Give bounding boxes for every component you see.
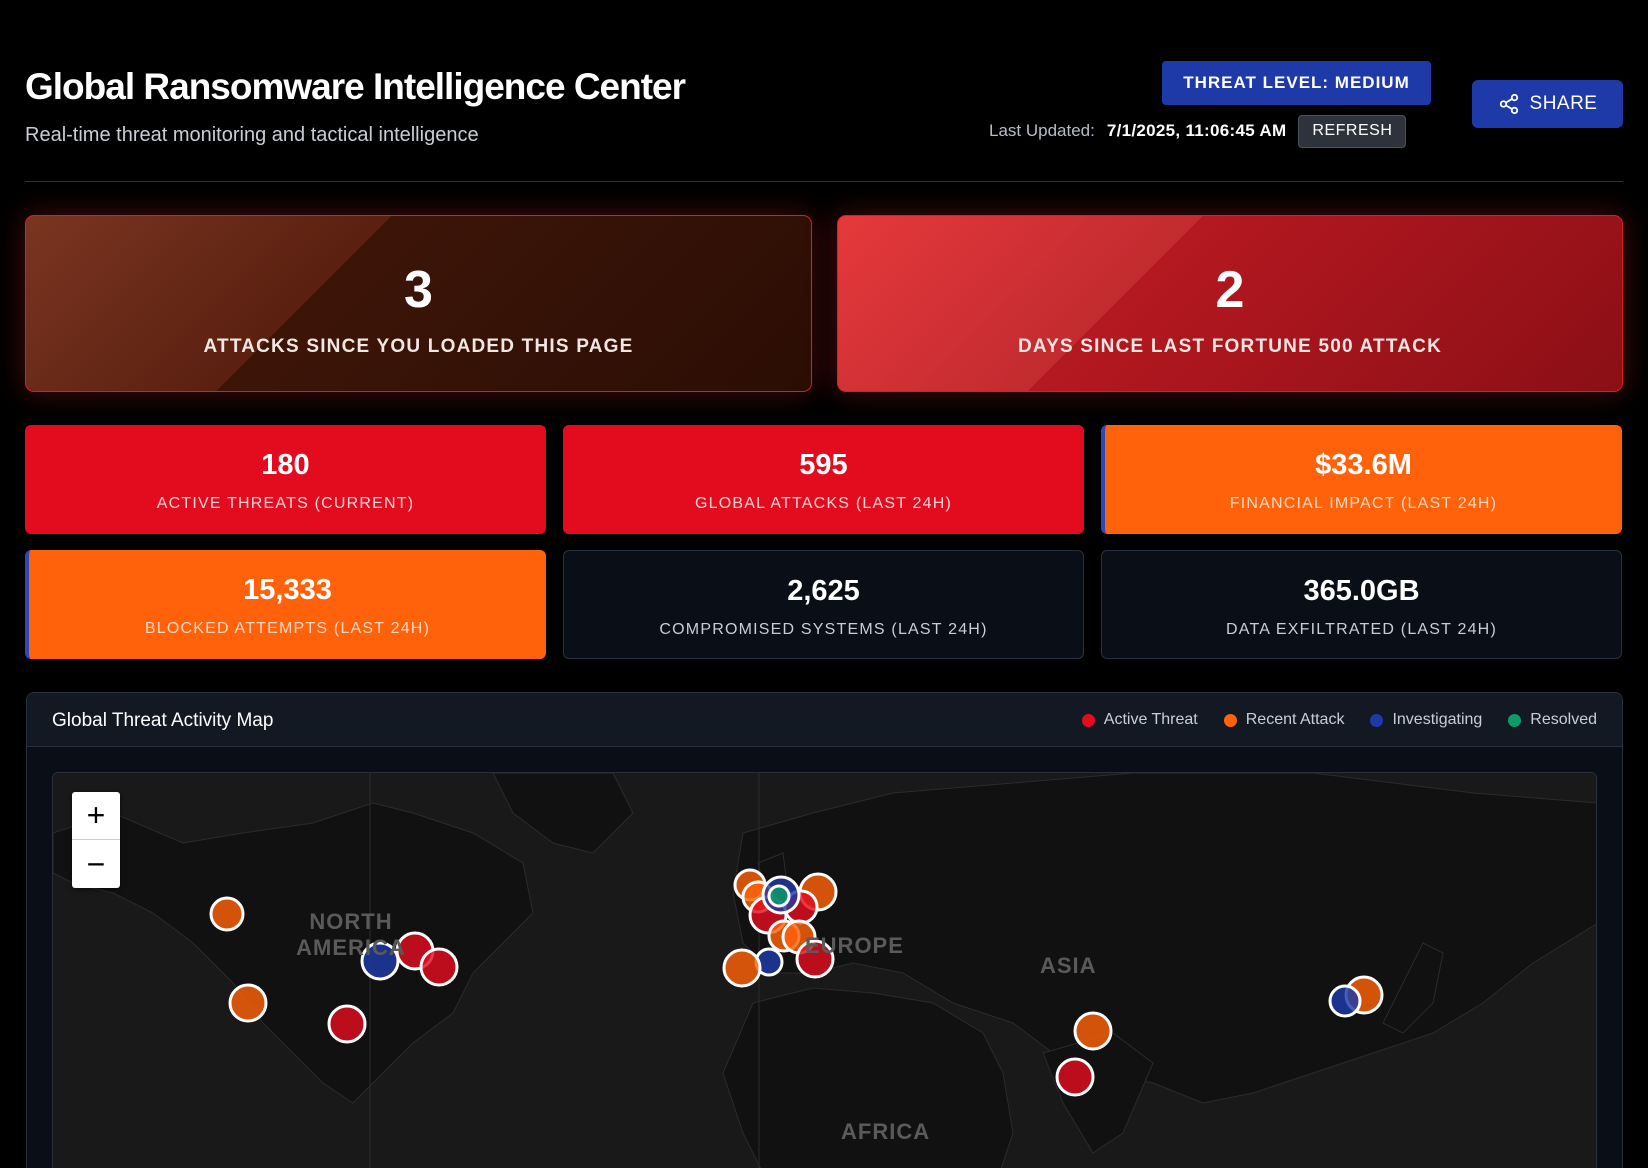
page-subtitle: Real-time threat monitoring and tactical… bbox=[25, 124, 479, 146]
legend-label: Recent Attack bbox=[1245, 711, 1345, 728]
map-title: Global Threat Activity Map bbox=[52, 710, 274, 731]
attacks-since-load-label: ATTACKS SINCE YOU LOADED THIS PAGE bbox=[203, 336, 634, 357]
stat-label: ACTIVE THREATS (CURRENT) bbox=[156, 495, 415, 512]
threat-marker bbox=[1328, 984, 1362, 1018]
stat-value: 180 bbox=[261, 449, 310, 481]
legend-item-recent-attack: Recent Attack bbox=[1223, 711, 1345, 729]
page-header: Global Ransomware Intelligence Center Re… bbox=[25, 58, 1623, 182]
world-map[interactable]: NORTH AMERICA EUROPE ASIA AFRICA + − bbox=[52, 772, 1597, 1168]
share-label: SHARE bbox=[1529, 93, 1598, 114]
stat-card-global-attacks: 595 GLOBAL ATTACKS (LAST 24H) bbox=[563, 425, 1084, 534]
map-header: Global Threat Activity Map Active Threat… bbox=[27, 693, 1622, 747]
refresh-button[interactable]: REFRESH bbox=[1298, 114, 1407, 148]
threat-marker bbox=[209, 896, 245, 932]
legend-dot-investigating bbox=[1370, 713, 1384, 727]
stat-card-financial-impact: $33.6M FINANCIAL IMPACT (LAST 24H) bbox=[1101, 425, 1622, 534]
legend-item-active-threat: Active Threat bbox=[1081, 711, 1198, 729]
legend-label: Active Threat bbox=[1103, 711, 1198, 728]
stat-value: 595 bbox=[799, 449, 848, 481]
header-divider bbox=[25, 181, 1623, 182]
last-updated-label: Last Updated: bbox=[989, 121, 1095, 140]
zoom-out-button[interactable]: − bbox=[72, 840, 120, 888]
stat-card-compromised-systems: 2,625 COMPROMISED SYSTEMS (LAST 24H) bbox=[563, 550, 1084, 659]
stat-card-data-exfiltrated: 365.0GB DATA EXFILTRATED (LAST 24H) bbox=[1101, 550, 1622, 659]
stat-value: $33.6M bbox=[1315, 449, 1412, 481]
attacks-since-load-value: 3 bbox=[404, 261, 433, 319]
days-since-fortune500-card: 2 DAYS SINCE LAST FORTUNE 500 ATTACK bbox=[837, 215, 1623, 392]
legend-item-resolved: Resolved bbox=[1508, 711, 1597, 729]
stat-label: FINANCIAL IMPACT (LAST 24H) bbox=[1229, 495, 1498, 512]
stat-value: 2,625 bbox=[787, 575, 860, 607]
stat-label: COMPROMISED SYSTEMS (LAST 24H) bbox=[659, 621, 988, 638]
threat-level-badge: THREAT LEVEL: MEDIUM bbox=[1162, 61, 1431, 105]
stat-value: 15,333 bbox=[243, 574, 332, 606]
threat-marker bbox=[722, 948, 762, 988]
share-icon bbox=[1499, 93, 1518, 115]
threat-marker bbox=[1073, 1011, 1113, 1051]
map-legend: Active Threat Recent Attack Investigatin… bbox=[1081, 711, 1597, 729]
days-since-fortune500-value: 2 bbox=[1215, 261, 1245, 319]
region-label-north-america: NORTH AMERICA bbox=[296, 909, 406, 960]
share-button[interactable]: SHARE bbox=[1472, 80, 1623, 128]
threat-marker bbox=[327, 1004, 367, 1044]
stat-label: DATA EXFILTRATED (LAST 24H) bbox=[1226, 621, 1497, 638]
region-label-asia: ASIA bbox=[1040, 953, 1097, 978]
threat-map-panel: Global Threat Activity Map Active Threat… bbox=[26, 692, 1623, 1168]
threat-marker bbox=[1055, 1057, 1095, 1097]
page-title: Global Ransomware Intelligence Center bbox=[25, 66, 686, 107]
threat-marker bbox=[228, 983, 268, 1023]
world-map-canvas[interactable] bbox=[53, 773, 1597, 1168]
stat-value: 365.0GB bbox=[1303, 575, 1420, 607]
days-since-fortune500-label: DAYS SINCE LAST FORTUNE 500 ATTACK bbox=[1017, 336, 1442, 357]
legend-dot-recent bbox=[1223, 713, 1237, 727]
legend-item-investigating: Investigating bbox=[1370, 711, 1482, 729]
threat-marker bbox=[419, 947, 459, 987]
threat-marker bbox=[767, 884, 791, 908]
stat-label: GLOBAL ATTACKS (LAST 24H) bbox=[694, 495, 953, 512]
last-updated-value: 7/1/2025, 11:06:45 AM bbox=[1106, 121, 1287, 140]
region-label-europe: EUROPE bbox=[805, 933, 904, 958]
last-updated-row: Last Updated: 7/1/2025, 11:06:45 AM REFR… bbox=[989, 114, 1407, 148]
zoom-controls: + − bbox=[72, 792, 120, 888]
region-label-africa: AFRICA bbox=[841, 1119, 931, 1144]
attacks-since-load-card: 3 ATTACKS SINCE YOU LOADED THIS PAGE bbox=[25, 215, 812, 392]
legend-label: Resolved bbox=[1530, 711, 1597, 728]
stat-card-blocked-attempts: 15,333 BLOCKED ATTEMPTS (LAST 24H) bbox=[25, 550, 546, 659]
legend-dot-active bbox=[1081, 713, 1095, 727]
zoom-in-button[interactable]: + bbox=[72, 792, 120, 840]
stat-label: BLOCKED ATTEMPTS (LAST 24H) bbox=[144, 620, 431, 637]
legend-label: Investigating bbox=[1392, 711, 1483, 728]
stat-card-active-threats: 180 ACTIVE THREATS (CURRENT) bbox=[25, 425, 546, 534]
legend-dot-resolved bbox=[1508, 713, 1522, 727]
